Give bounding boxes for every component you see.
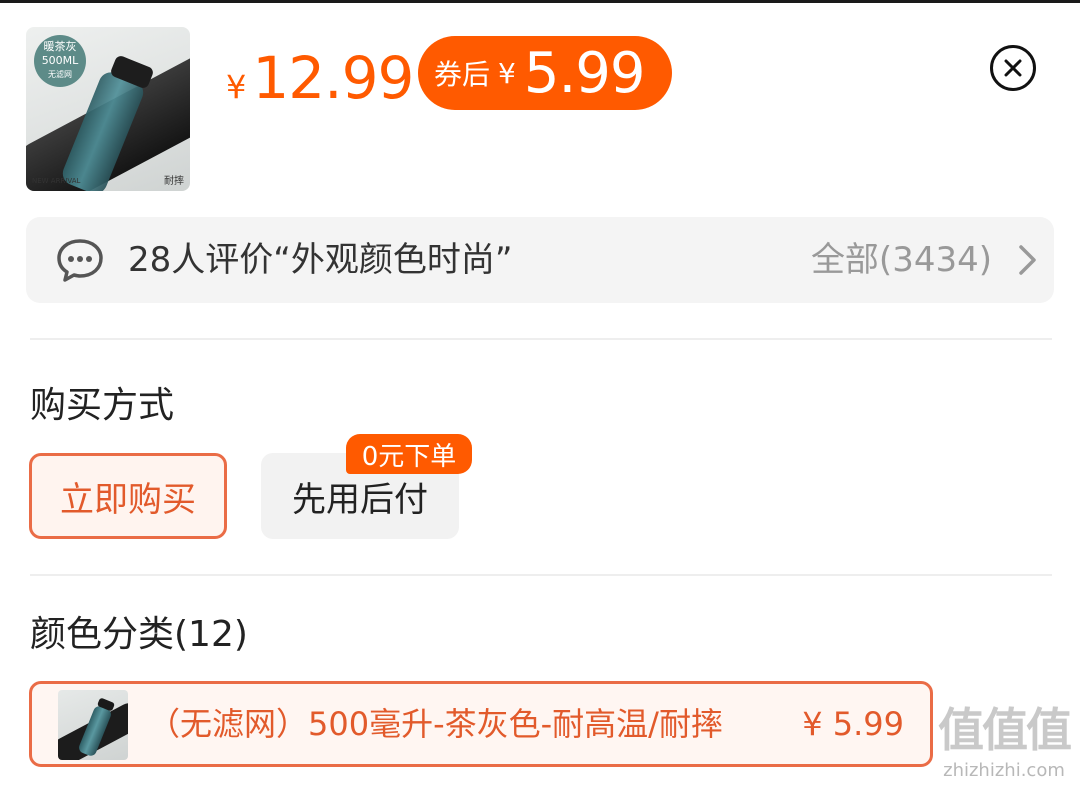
- thumbnail-tag: 暖茶灰 500ML 无滤网: [34, 35, 86, 87]
- top-edge: [0, 0, 1080, 3]
- purchase-method-title: 购买方式: [30, 385, 175, 426]
- chevron-right-icon: [1019, 245, 1036, 275]
- thumbnail-tag-name: 暖茶灰: [43, 40, 77, 53]
- color-category-title: 颜色分类(12): [30, 614, 248, 655]
- thumbnail-tag-volume: 500ML: [41, 54, 79, 67]
- original-price-value: 12.99: [252, 44, 414, 112]
- divider: [30, 338, 1052, 340]
- currency-symbol: ¥: [226, 68, 247, 106]
- close-button[interactable]: [990, 45, 1036, 91]
- product-thumbnail[interactable]: 暖茶灰 500ML 无滤网 NEW ARRIVAL 耐摔: [26, 27, 190, 191]
- original-price: ¥ 12.99: [226, 44, 414, 114]
- zero-down-badge: 0元下单: [346, 434, 472, 474]
- chat-bubble-icon: [57, 239, 103, 282]
- coupon-currency: ¥: [498, 56, 516, 90]
- coupon-price-value: 5.99: [523, 40, 646, 106]
- buy-now-option[interactable]: 立即购买: [29, 453, 227, 539]
- close-circle-icon: [1004, 59, 1022, 77]
- thumbnail-feature: 耐摔: [164, 176, 184, 187]
- review-all-link[interactable]: 全部(3434): [811, 217, 992, 303]
- variant-price: ¥ 5.99: [802, 705, 904, 743]
- site-watermark: 值值值 zhizhizhi.com: [934, 700, 1074, 788]
- review-summary-bar[interactable]: 28人评价“外观颜色时尚” 全部(3434): [26, 217, 1054, 303]
- thumbnail-new-arrival: NEW ARRIVAL: [32, 177, 81, 185]
- coupon-price-pill: 券后 ¥ 5.99: [418, 36, 672, 110]
- watermark-logo: 值值值: [938, 703, 1072, 757]
- coupon-label: 券后: [434, 58, 491, 91]
- variant-option[interactable]: （无滤网）500毫升-茶灰色-耐高温/耐摔 ¥ 5.99: [29, 681, 933, 767]
- review-summary-text: 28人评价“外观颜色时尚”: [128, 240, 513, 280]
- variant-thumbnail: [58, 690, 128, 760]
- watermark-url: zhizhizhi.com: [943, 760, 1065, 781]
- variant-name: （无滤网）500毫升-茶灰色-耐高温/耐摔: [148, 705, 723, 743]
- divider: [30, 574, 1052, 576]
- thumbnail-tag-filter: 无滤网: [48, 70, 72, 79]
